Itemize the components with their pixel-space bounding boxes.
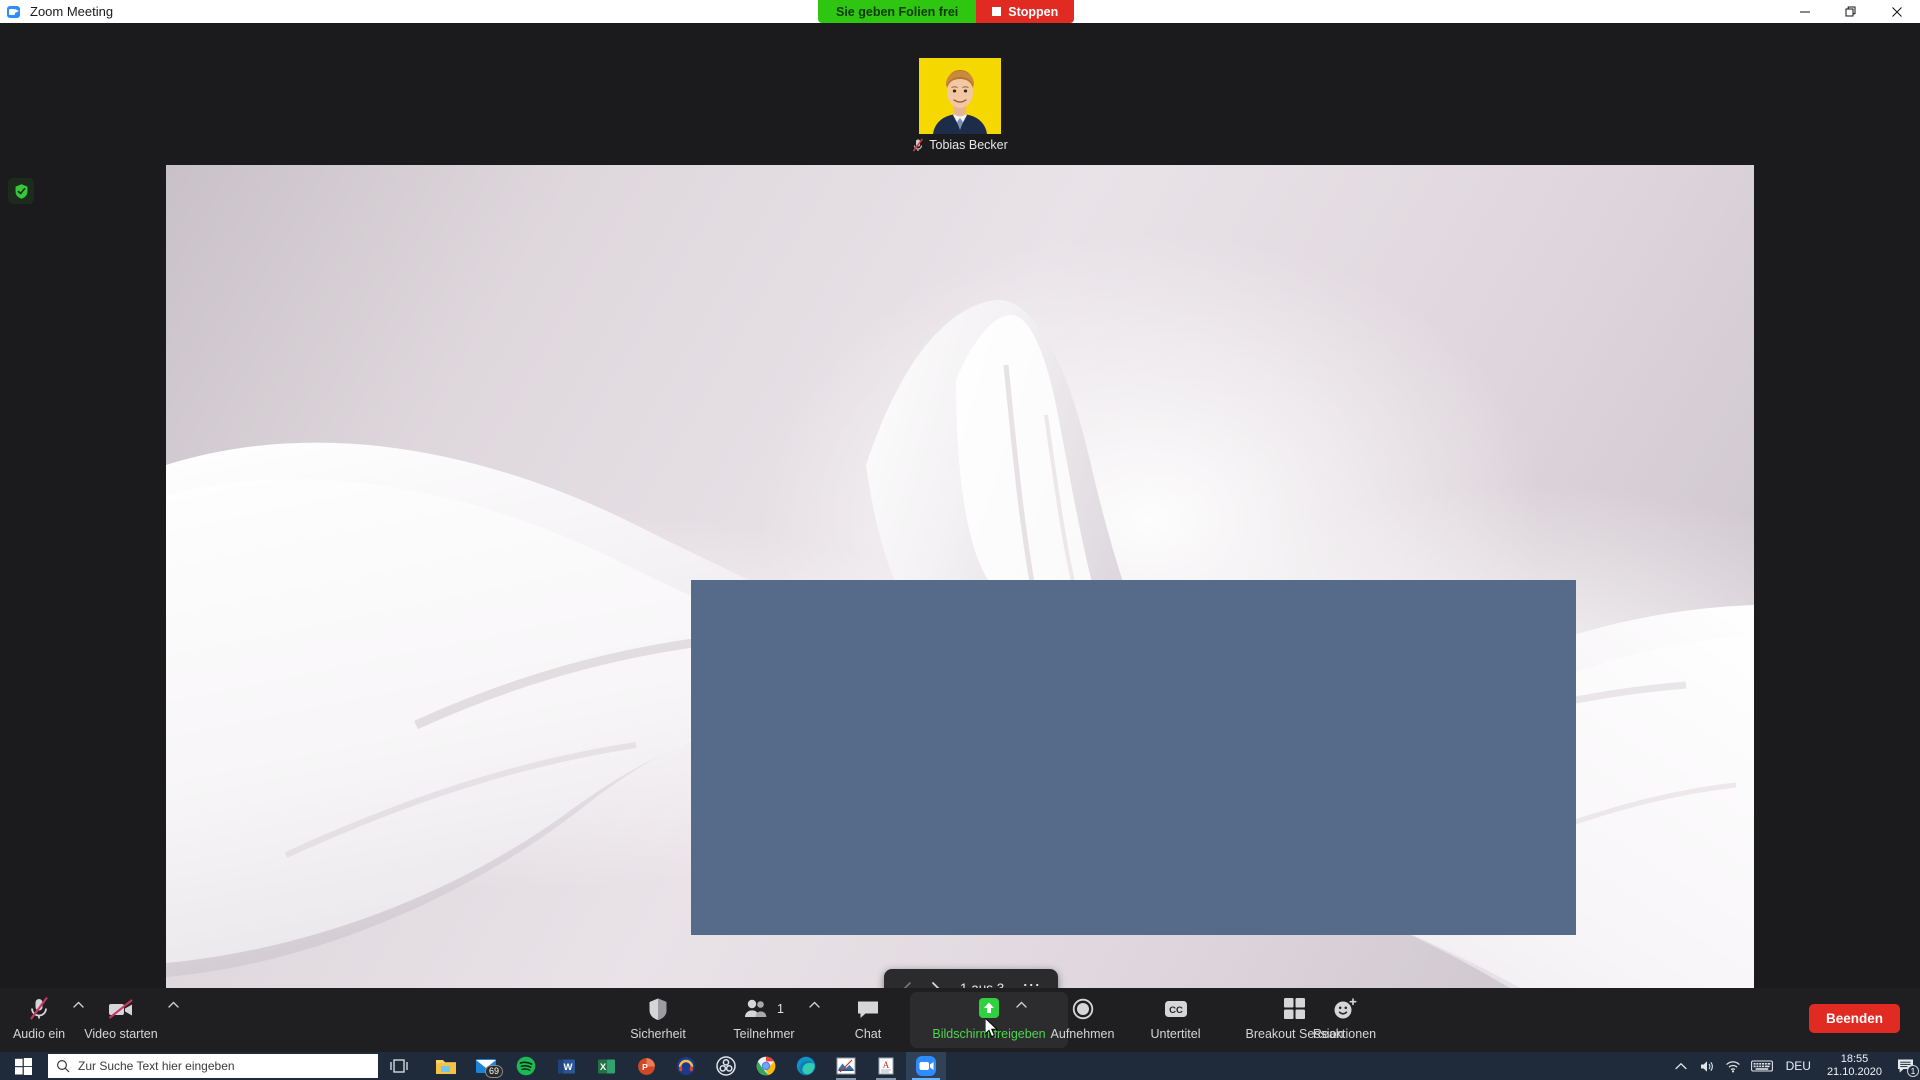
wifi-icon[interactable]	[1720, 1052, 1746, 1080]
leave-meeting-button[interactable]: Beenden	[1808, 1004, 1900, 1033]
mail-icon[interactable]: 69	[466, 1052, 506, 1080]
closed-caption-icon: CC	[1163, 995, 1189, 1022]
camera-off-icon	[107, 995, 135, 1022]
search-input[interactable]: Zur Suche Text hier eingeben	[48, 1054, 378, 1078]
zoom-toolbar: Audio ein Video starten Sicherheit 1 Tei…	[0, 988, 1920, 1052]
avatar	[919, 58, 1001, 134]
window-title-bar: Zoom Meeting Sie geben Folien frei Stopp…	[0, 0, 1920, 23]
sharing-status-label: Sie geben Folien frei	[818, 0, 977, 23]
svg-text:W: W	[563, 1062, 572, 1073]
audio-button-label: Audio ein	[12, 1027, 66, 1041]
shield-icon	[647, 995, 669, 1022]
close-icon[interactable]	[1874, 0, 1920, 23]
participant-video	[919, 58, 1001, 134]
word-icon[interactable]: W	[546, 1052, 586, 1080]
zoom-icon[interactable]	[906, 1052, 946, 1080]
share-options-caret[interactable]	[1016, 1000, 1027, 1012]
video-options-caret[interactable]	[168, 1000, 179, 1012]
system-tray: DEU 18:55 21.10.2020 1	[1668, 1052, 1920, 1080]
zoom-meeting-screen: Zoom Meeting Sie geben Folien frei Stopp…	[0, 0, 1920, 1080]
font-viewer-icon[interactable]: A	[866, 1052, 906, 1080]
shared-screen-content[interactable]	[166, 165, 1754, 1011]
participants-button[interactable]: 1 Teilnehmer	[723, 992, 805, 1048]
participant-thumbnail[interactable]: Tobias Becker	[913, 58, 1008, 158]
participant-name: Tobias Becker	[929, 138, 1008, 152]
reactions-button[interactable]: Reaktionen	[1292, 992, 1397, 1048]
svg-text:A: A	[883, 1060, 890, 1070]
video-button[interactable]: Video starten	[82, 992, 160, 1048]
chat-button[interactable]: Chat	[838, 992, 898, 1048]
clock-time: 18:55	[1840, 1053, 1869, 1065]
slide-placeholder-rectangle	[691, 580, 1576, 935]
security-button[interactable]: Sicherheit	[620, 992, 696, 1048]
powerpoint-icon[interactable]: P	[626, 1052, 666, 1080]
stop-square-icon	[992, 7, 1002, 16]
taskbar-apps: 69 W X P A	[426, 1052, 946, 1080]
spotify-icon[interactable]	[506, 1052, 546, 1080]
shield-check-icon[interactable]	[8, 178, 34, 204]
record-button[interactable]: Aufnehmen	[1035, 992, 1130, 1048]
photo-editor-icon[interactable]	[826, 1052, 866, 1080]
participants-count: 1	[777, 1001, 784, 1016]
minimize-icon[interactable]	[1782, 0, 1828, 23]
participants-options-caret[interactable]	[809, 1000, 820, 1012]
microphone-muted-icon	[913, 138, 924, 152]
captions-button[interactable]: CC Untertitel	[1118, 992, 1233, 1048]
reactions-smiley-icon	[1332, 995, 1358, 1022]
search-icon	[56, 1059, 70, 1073]
screen-share-banner: Sie geben Folien frei Stoppen	[818, 0, 1075, 23]
keyboard-icon[interactable]	[1746, 1052, 1778, 1080]
participant-name-bar: Tobias Becker	[913, 134, 1008, 156]
window-title: Zoom Meeting	[30, 4, 114, 19]
notification-icon[interactable]: 1	[1890, 1052, 1920, 1080]
security-button-label: Sicherheit	[630, 1027, 686, 1041]
edge-icon[interactable]	[786, 1052, 826, 1080]
excel-icon[interactable]: X	[586, 1052, 626, 1080]
reactions-button-label: Reaktionen	[1312, 1027, 1377, 1041]
zoom-camera-icon	[6, 4, 22, 20]
meeting-canvas: Tobias Becker ⋯	[0, 23, 1920, 1080]
chat-button-label: Chat	[854, 1027, 882, 1041]
windows-taskbar: Zur Suche Text hier eingeben 69 W X P A …	[0, 1052, 1920, 1080]
mouse-cursor	[985, 1018, 999, 1038]
stop-share-label: Stoppen	[1008, 4, 1059, 19]
video-button-label: Video starten	[84, 1027, 158, 1041]
task-view-icon[interactable]	[378, 1052, 420, 1080]
svg-text:P: P	[642, 1062, 648, 1072]
microphone-muted-icon	[28, 995, 50, 1022]
audio-button[interactable]: Audio ein	[8, 992, 70, 1048]
chat-bubble-icon	[856, 995, 880, 1022]
participants-button-label: Teilnehmer	[733, 1027, 795, 1041]
chevron-up-icon[interactable]	[1668, 1052, 1694, 1080]
svg-text:X: X	[599, 1062, 606, 1073]
clock[interactable]: 18:55 21.10.2020	[1819, 1053, 1890, 1079]
windows-start-icon[interactable]	[0, 1052, 46, 1080]
svg-text:CC: CC	[1169, 1005, 1183, 1016]
speaker-icon[interactable]	[1694, 1052, 1720, 1080]
record-circle-icon	[1071, 995, 1095, 1022]
record-button-label: Aufnehmen	[1050, 1027, 1115, 1041]
stop-share-button[interactable]: Stoppen	[976, 0, 1075, 23]
window-controls	[1782, 0, 1920, 23]
notification-count: 1	[1907, 1065, 1919, 1077]
captions-button-label: Untertitel	[1150, 1027, 1201, 1041]
language-indicator[interactable]: DEU	[1778, 1059, 1819, 1073]
file-explorer-icon[interactable]	[426, 1052, 466, 1080]
clock-date: 21.10.2020	[1826, 1066, 1882, 1078]
restore-icon[interactable]	[1828, 0, 1874, 23]
chrome-icon[interactable]	[746, 1052, 786, 1080]
obs-studio-icon[interactable]	[706, 1052, 746, 1080]
audio-app-icon[interactable]	[666, 1052, 706, 1080]
search-placeholder: Zur Suche Text hier eingeben	[78, 1059, 235, 1073]
participants-icon: 1	[744, 995, 784, 1022]
mail-badge-count: 69	[484, 1065, 503, 1078]
